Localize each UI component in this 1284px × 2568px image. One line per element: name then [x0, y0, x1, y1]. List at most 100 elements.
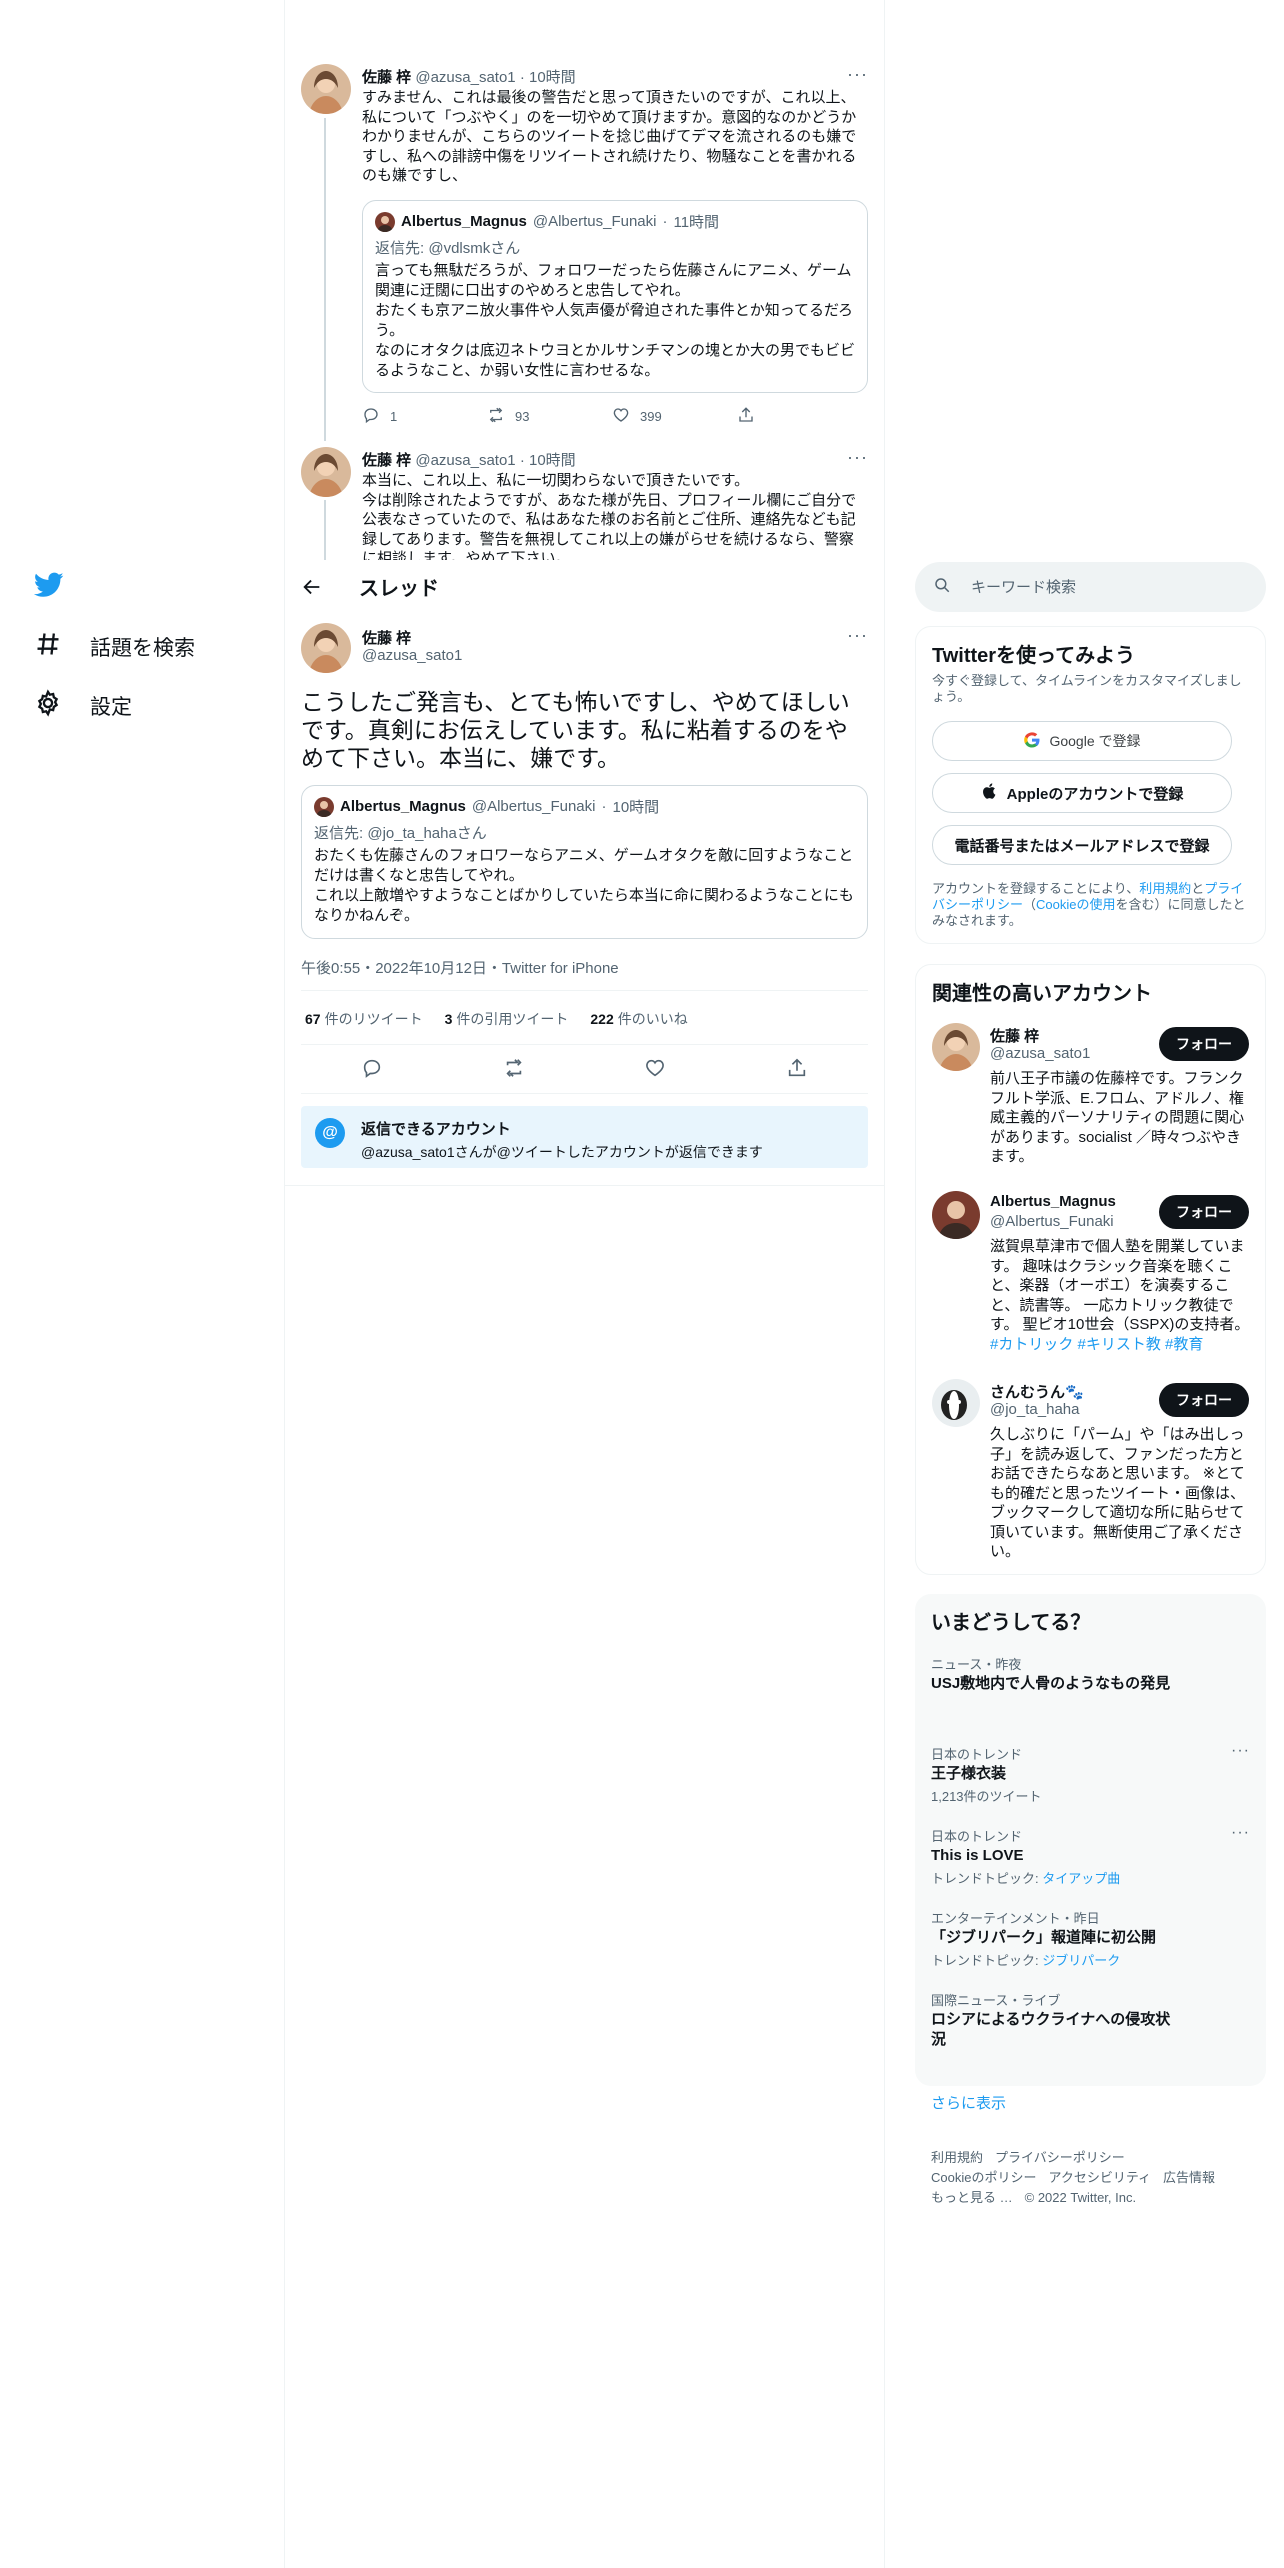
account-handle[interactable]: @Albertus_Funaki [990, 1213, 1114, 1230]
author-name[interactable]: 佐藤 梓 [362, 452, 411, 469]
quote-text: 言っても無駄だろうが、フォロワーだったら佐藤さんにアニメ、ゲーム関連に迂闊に口出… [375, 262, 856, 379]
nav-settings-label: 設定 [90, 696, 132, 719]
more-options-icon[interactable]: ··· [847, 625, 868, 646]
back-arrow-icon[interactable] [301, 576, 323, 598]
trend-title: USJ敷地内で人骨のようなもの発見 [931, 1675, 1171, 1692]
footer-link[interactable]: アクセシビリティ [1048, 2170, 1151, 2185]
account-hashtags[interactable]: #カトリック #キリスト教 #教育 [990, 1336, 1203, 1353]
quoted-tweet[interactable]: Albertus_Magnus @Albertus_Funaki · 10時間 … [301, 785, 868, 939]
avatar[interactable] [932, 1191, 980, 1239]
cookie-link[interactable]: Cookieの使用 [1036, 897, 1115, 912]
trend-category: エンターテインメント・昨日 [931, 1911, 1100, 1926]
reply-restriction-text: @azusa_sato1さんが@ツイートしたアカウントが返信できます [361, 1144, 763, 1160]
thread-connector [324, 500, 326, 560]
like-button[interactable]: 399 [612, 406, 737, 427]
show-more-link[interactable]: さらに表示 [931, 2092, 1006, 2113]
trend-title: ロシアによるウクライナへの侵攻状況 [931, 2011, 1171, 2048]
phone-email-signup-button[interactable]: 電話番号またはメールアドレスで登録 [932, 825, 1232, 865]
retweets-stat[interactable]: 67 件のリツイート [305, 1009, 423, 1029]
account-name[interactable]: Albertus_Magnus [990, 1193, 1116, 1210]
retweet-icon[interactable] [503, 1057, 525, 1084]
account-handle[interactable]: @azusa_sato1 [990, 1045, 1090, 1062]
share-button[interactable] [737, 406, 862, 427]
like-count: 399 [640, 409, 662, 424]
google-signup-label: Google で登録 [1049, 733, 1141, 749]
divider [301, 1044, 868, 1045]
twitter-logo-icon[interactable] [33, 572, 64, 603]
paw-emoji-icon: 🐾 [1065, 1384, 1084, 1401]
account-bio: 滋賀県草津市で個人塾を開業しています。 趣味はクラシック音楽を聴くこと、楽器（オ… [990, 1238, 1250, 1353]
search-input[interactable] [971, 578, 1251, 596]
divider [301, 990, 868, 991]
likes-stat[interactable]: 222 件のいいね [590, 1009, 687, 1029]
trend-category: ニュース・昨夜 [931, 1657, 1022, 1672]
trend-tweet-count: 1,213件のツイート [931, 1789, 1042, 1804]
google-signup-button[interactable]: Google で登録 [932, 721, 1232, 761]
terms-link[interactable]: 利用規約 [1139, 881, 1191, 896]
quote-tweets-stat[interactable]: 3 件の引用ツイート [445, 1009, 569, 1029]
quoted-tweet[interactable]: Albertus_Magnus @Albertus_Funaki · 11時間 … [362, 200, 868, 393]
footer-link[interactable]: プライバシーポリシー [995, 2150, 1125, 2165]
author-name[interactable]: 佐藤 梓 [362, 627, 411, 648]
avatar[interactable] [932, 1379, 980, 1427]
tweet-time[interactable]: 10時間 [529, 452, 576, 469]
retweet-button[interactable]: 93 [487, 406, 612, 427]
footer-link[interactable]: 広告情報 [1163, 2170, 1215, 2185]
related-title: 関連性の高いアカウント [932, 983, 1152, 1005]
reply-icon[interactable] [361, 1057, 383, 1084]
avatar[interactable] [301, 623, 351, 673]
tweet-time[interactable]: 10時間 [529, 69, 576, 86]
nav-explore[interactable]: 話題を検索 [34, 630, 195, 664]
account-name[interactable]: さんむうん🐾 [990, 1381, 1084, 1402]
related-accounts-card: 関連性の高いアカウント 佐藤 梓 @azusa_sato1 フォロー 前八王子市… [915, 964, 1266, 1575]
signup-title: Twitterを使ってみよう [932, 645, 1136, 667]
signup-subtitle: 今すぐ登録して、タイムラインをカスタマイズしましょう。 [932, 673, 1242, 704]
tweet-text: 本当に、これ以上、私に一切関わらないで頂きたいです。 今は削除されたようですが、… [362, 472, 857, 560]
retweet-count: 93 [515, 409, 530, 424]
search-bar[interactable] [915, 562, 1266, 612]
avatar[interactable] [301, 447, 351, 497]
author-handle[interactable]: @azusa_sato1 [415, 69, 515, 86]
author-handle[interactable]: @azusa_sato1 [415, 452, 515, 469]
author-name[interactable]: 佐藤 梓 [362, 69, 411, 86]
share-icon [737, 406, 755, 427]
google-icon [1023, 731, 1041, 752]
account-bio: 久しぶりに「パーム」や「はみ出しっ子」を読み返して、ファンだった方とお話できたら… [990, 1426, 1246, 1560]
account-handle[interactable]: @jo_ta_haha [990, 1401, 1079, 1418]
heart-icon[interactable] [644, 1057, 666, 1084]
at-sign-icon: @ [315, 1118, 345, 1148]
more-options-icon[interactable]: ··· [1231, 1824, 1250, 1842]
follow-button[interactable]: フォロー [1159, 1027, 1249, 1061]
avatar[interactable] [301, 64, 351, 114]
footer-link[interactable]: もっと見る … [931, 2190, 1013, 2205]
divider [285, 1185, 884, 1186]
avatar[interactable] [932, 1023, 980, 1071]
footer: 利用規約 プライバシーポリシー Cookieのポリシー アクセシビリティ 広告情報 も… [931, 2148, 1251, 2208]
more-options-icon[interactable]: ··· [847, 447, 868, 468]
footer-link[interactable]: Cookieのポリシー [931, 2170, 1036, 2185]
apple-signup-button[interactable]: Appleのアカウントで登録 [932, 773, 1232, 813]
follow-button[interactable]: フォロー [1159, 1383, 1249, 1417]
tweet-header: 佐藤 梓 @azusa_sato1 · 10時間 [362, 69, 576, 86]
nav-settings[interactable]: 設定 [34, 689, 132, 723]
footer-link[interactable]: 利用規約 [931, 2150, 983, 2165]
follow-button[interactable]: フォロー [1159, 1195, 1249, 1229]
trend-topic: トレンドトピック: ジブリパーク [931, 1953, 1121, 1968]
trend-topic: トレンドトピック: タイアップ曲 [931, 1871, 1121, 1886]
tweet-timestamp[interactable]: 午後0:55・2022年10月12日・Twitter for iPhone [301, 957, 619, 978]
apple-signup-label: Appleのアカウントで登録 [1006, 785, 1184, 803]
reply-restriction-notice: @ 返信できるアカウント @azusa_sato1さんが@ツイートしたアカウント… [301, 1106, 868, 1168]
account-name[interactable]: 佐藤 梓 [990, 1025, 1039, 1046]
quote-author-name: Albertus_Magnus [401, 213, 527, 230]
thread-header: スレッド [285, 560, 884, 613]
share-icon[interactable] [786, 1057, 808, 1084]
more-options-icon[interactable]: ··· [1231, 1742, 1250, 1760]
author-handle[interactable]: @azusa_sato1 [362, 647, 462, 664]
reply-button[interactable]: 1 [362, 406, 487, 427]
tweet-actions [301, 1057, 868, 1084]
trend-title: 「ジブリパーク」報道陣に初公開 [931, 1929, 1157, 1946]
tweet-text: こうしたご発言も、とても怖いですし、やめてほしいです。真剣にお伝えしています。私… [301, 689, 850, 771]
more-options-icon[interactable]: ··· [847, 64, 868, 85]
avatar [375, 211, 395, 232]
gear-icon [34, 689, 62, 723]
